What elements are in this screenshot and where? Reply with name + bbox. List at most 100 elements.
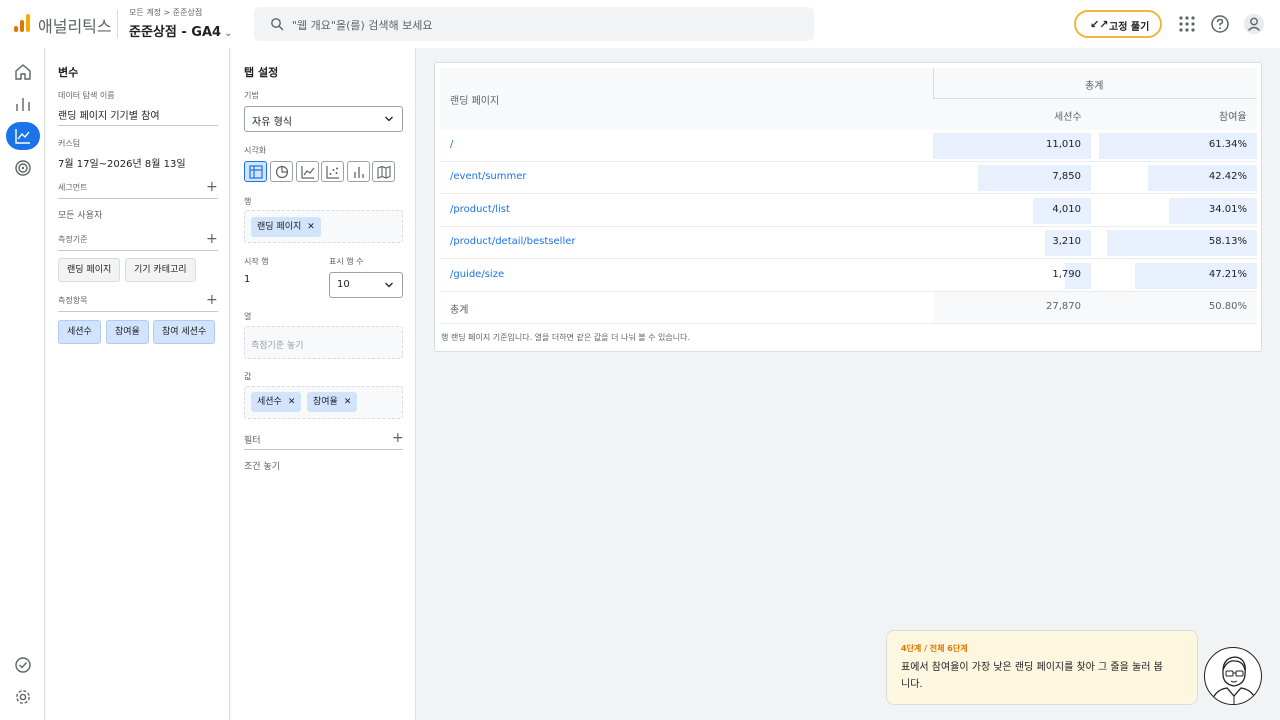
total-label: 총계: [450, 305, 469, 316]
add-metric-icon[interactable]: +: [206, 293, 218, 307]
visualization-label: 시각화: [244, 146, 267, 155]
help-icon[interactable]: [1209, 13, 1231, 35]
metric-chip-engaged-sessions[interactable]: 참여 세션수: [153, 320, 216, 344]
divider: [58, 250, 218, 251]
filters-placeholder[interactable]: 조건 놓기: [244, 459, 280, 472]
search-bar[interactable]: "웹 개요"을(를) 검색해 보세요: [254, 7, 814, 41]
table-row[interactable]: /product/list 4,010 34.01%: [440, 195, 1257, 227]
header-engagement-rate[interactable]: 참여율: [1219, 108, 1247, 123]
divider: [58, 198, 218, 199]
viz-bar-button[interactable]: [347, 161, 370, 182]
value-chip-engagement-rate[interactable]: 참여율 ✕: [307, 392, 358, 412]
header-landing-page[interactable]: 랜딩 페이지: [450, 92, 499, 107]
nav-admin[interactable]: [6, 683, 40, 711]
gear-icon: [16, 690, 30, 704]
row-chip-landing-page[interactable]: 랜딩 페이지 ✕: [251, 217, 321, 237]
explore-chart-icon: [15, 129, 30, 144]
technique-value: 자유 형식: [252, 117, 292, 128]
dimension-chip-device-category[interactable]: 기기 카테고리: [125, 258, 196, 282]
chevron-down-icon: [385, 282, 393, 288]
segment-item[interactable]: 모든 사용자: [58, 208, 102, 221]
landing-page-link[interactable]: /product/list: [450, 204, 510, 215]
viz-table-button[interactable]: [244, 161, 267, 182]
divider: [58, 125, 218, 126]
bar-chart-icon: [354, 167, 364, 178]
landing-page-link[interactable]: /: [450, 139, 453, 150]
start-row-field[interactable]: 1: [244, 274, 250, 285]
divider: [58, 311, 218, 312]
search-icon: [271, 18, 284, 31]
divider: [244, 449, 403, 450]
table-row[interactable]: /event/summer 7,850 42.42%: [440, 162, 1257, 195]
viz-map-button[interactable]: [372, 161, 395, 182]
dimension-chip-landing-page[interactable]: 랜딩 페이지: [58, 258, 121, 282]
table-note: 행 랜딩 페이지 기준입니다. 열을 더하면 같은 값을 더 나눠 볼 수 있습…: [441, 333, 691, 342]
nav-home[interactable]: [6, 58, 40, 86]
filters-label: 필터: [244, 436, 261, 446]
target-icon: [15, 160, 31, 176]
header-sessions[interactable]: 세션수: [1054, 108, 1082, 123]
viz-scatter-button[interactable]: [321, 161, 344, 182]
add-dimension-icon[interactable]: +: [206, 232, 218, 246]
tutorial-tooltip[interactable]: 4단계 / 전체 6단계 표에서 참여율이 가장 낮은 랜딩 페이지를 찾아 그…: [886, 630, 1198, 705]
landing-page-link[interactable]: /product/detail/bestseller: [450, 236, 576, 247]
metric-chip-engagement-rate[interactable]: 참여율: [106, 320, 149, 344]
value-chip-label: 세션수: [257, 397, 282, 407]
exploration-name-field[interactable]: 랜딩 페이지 기기별 참여: [58, 107, 160, 122]
collapse-arrows-icon: ↙↗: [1090, 18, 1109, 31]
technique-label: 기법: [244, 91, 259, 100]
viz-line-button[interactable]: [296, 161, 319, 182]
total-sessions: 27,870: [1046, 301, 1081, 312]
add-filter-icon[interactable]: +: [392, 431, 404, 445]
value-chip-sessions[interactable]: 세션수 ✕: [251, 392, 302, 412]
donut-chart-icon: [275, 165, 289, 179]
engagement-rate-value: 47.21%: [1208, 268, 1247, 280]
technique-select[interactable]: 자유 형식: [244, 106, 403, 132]
account-avatar-icon[interactable]: [1243, 13, 1265, 35]
nav-explore[interactable]: [6, 122, 40, 150]
close-icon[interactable]: ✕: [288, 397, 296, 407]
sessions-value: 7,850: [1052, 171, 1081, 183]
table-header: [440, 68, 1257, 130]
tutorial-message: 표에서 참여율이 가장 낮은 랜딩 페이지를 찾아 그 줄을 눌러 봅니다.: [901, 662, 1163, 690]
property-selector[interactable]: 준준상점 - GA4 ⌄: [129, 21, 232, 40]
line-chart-icon: [301, 166, 315, 179]
analytics-logo-icon[interactable]: [14, 14, 32, 32]
exploration-name-label: 데이터 탐색 이름: [58, 91, 115, 100]
nav-reports[interactable]: [6, 90, 40, 118]
guide-avatar: [1204, 647, 1262, 705]
landing-page-link[interactable]: /guide/size: [450, 269, 504, 280]
engagement-rate-value: 58.13%: [1208, 236, 1247, 248]
engagement-rate-value: 34.01%: [1208, 203, 1247, 215]
nav-configure[interactable]: [6, 651, 40, 679]
table-row[interactable]: /product/detail/bestseller 3,210 58.13%: [440, 227, 1257, 260]
variables-title: 변수: [58, 66, 79, 79]
table-row[interactable]: /guide/size 1,790 47.21%: [440, 260, 1257, 292]
metric-chip-sessions[interactable]: 세션수: [58, 320, 101, 344]
landing-page-link[interactable]: /event/summer: [450, 171, 527, 182]
table-row[interactable]: / 11,010 61.34%: [440, 130, 1257, 162]
date-range-selector[interactable]: 7월 17일~2026년 8월 13일: [58, 155, 186, 170]
unpin-button[interactable]: ↙↗ 고정 풀기: [1074, 10, 1162, 38]
left-nav-rail: [0, 48, 45, 720]
sessions-value: 4,010: [1052, 203, 1081, 215]
home-icon: [15, 64, 31, 80]
chevron-down-icon: [385, 116, 393, 122]
breadcrumb[interactable]: 모든 계정 > 준준상점: [129, 7, 202, 18]
start-row-label: 시작 행: [244, 257, 269, 266]
add-segment-icon[interactable]: +: [206, 180, 218, 194]
sessions-value: 11,010: [1046, 139, 1081, 150]
divider: [117, 10, 118, 38]
viz-donut-button[interactable]: [270, 161, 293, 182]
segments-label: 세그먼트: [58, 183, 88, 192]
show-rows-select[interactable]: 10: [329, 272, 403, 298]
close-icon[interactable]: ✕: [307, 222, 315, 232]
app-name[interactable]: 애널리틱스: [38, 13, 112, 37]
close-icon[interactable]: ✕: [344, 397, 352, 407]
metrics-label: 측정항목: [58, 296, 88, 305]
divider: [933, 98, 1257, 99]
unpin-label: 고정 풀기: [1109, 22, 1150, 33]
apps-grid-icon[interactable]: [1176, 13, 1198, 35]
map-icon: [377, 165, 391, 179]
nav-advertising[interactable]: [6, 154, 40, 182]
